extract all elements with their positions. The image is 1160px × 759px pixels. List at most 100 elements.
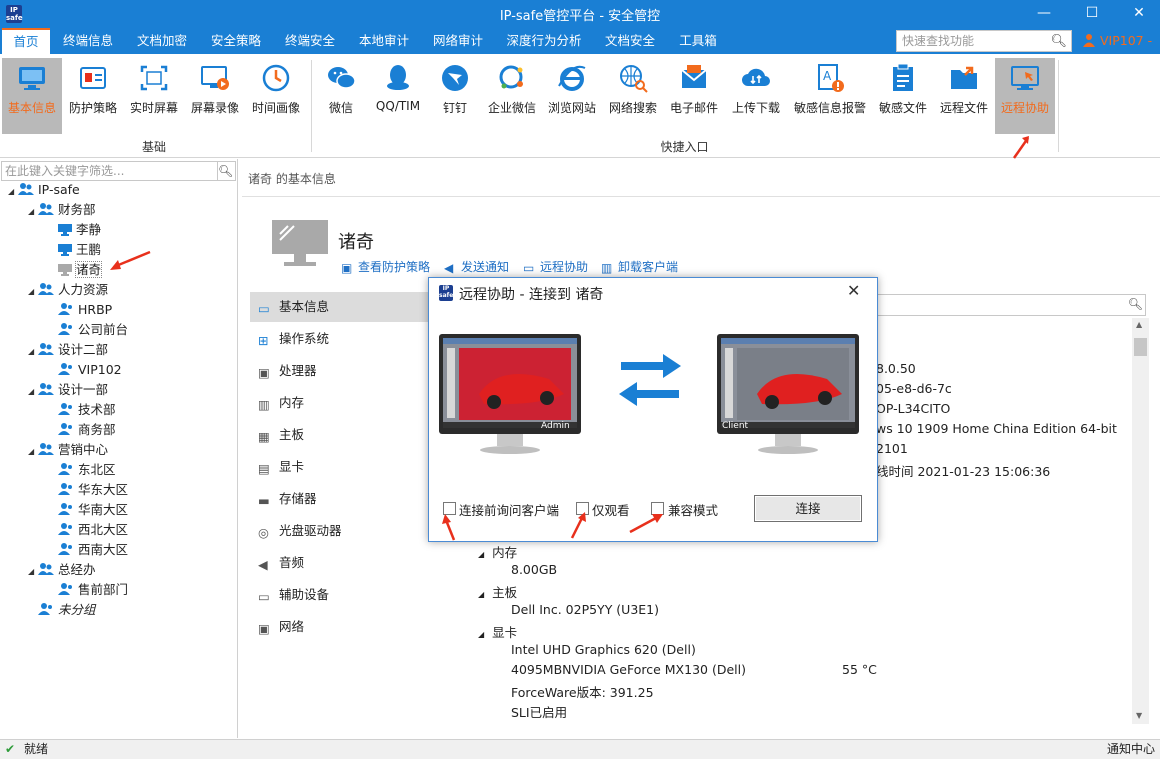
- maximize-button[interactable]: ☐: [1069, 2, 1115, 26]
- tree-node-label: 设计一部: [58, 382, 109, 397]
- ribbon-basic-info[interactable]: 基本信息: [2, 58, 62, 134]
- user-icon: [1083, 34, 1095, 47]
- search-icon[interactable]: 🔍︎: [217, 162, 233, 180]
- tree-node[interactable]: 售前部门: [0, 580, 236, 600]
- ribbon-email[interactable]: 电子邮件: [664, 58, 724, 134]
- search-icon[interactable]: 🔍︎: [1050, 32, 1067, 52]
- tree-node[interactable]: 李静: [0, 220, 236, 240]
- ribbon-screen-record[interactable]: 屏幕录像: [185, 58, 245, 134]
- tree-node[interactable]: ◢ IP-safe: [0, 180, 236, 200]
- menu-terminal-security[interactable]: 终端安全: [278, 28, 342, 54]
- view-policy-link[interactable]: ▣ 查看防护策略: [341, 258, 430, 275]
- expand-toggle-icon[interactable]: ◢: [28, 442, 38, 462]
- menu-network-audit[interactable]: 网络审计: [426, 28, 490, 54]
- tree-filter-input[interactable]: 在此键入关键字筛选... 🔍︎: [1, 161, 236, 181]
- ribbon-sensitive-file[interactable]: 敏感文件: [873, 58, 933, 134]
- close-icon[interactable]: ✕: [847, 281, 860, 300]
- tree-node[interactable]: ◢ 营销中心: [0, 440, 236, 460]
- tree-node[interactable]: ◢ 设计一部: [0, 380, 236, 400]
- uninstall-client-link[interactable]: ▥ 卸载客户端: [601, 258, 678, 275]
- menu-terminal-info[interactable]: 终端信息: [56, 28, 120, 54]
- ribbon-browse-web[interactable]: 浏览网站: [542, 58, 602, 134]
- user-name: VIP107 -: [1099, 33, 1153, 48]
- tree-node-label: IP-safe: [38, 182, 80, 197]
- minimize-button[interactable]: —: [1021, 2, 1067, 26]
- menu-home[interactable]: 首页: [2, 28, 50, 54]
- side-nav-item[interactable]: ▭ 辅助设备: [250, 580, 438, 610]
- menu-local-audit[interactable]: 本地审计: [352, 28, 416, 54]
- tree-node[interactable]: 西北大区: [0, 520, 236, 540]
- ribbon-protection-policy[interactable]: 防护策略: [63, 58, 123, 134]
- side-nav-item[interactable]: ▣ 处理器: [250, 356, 438, 386]
- tree-node[interactable]: 西南大区: [0, 540, 236, 560]
- close-button[interactable]: ✕: [1116, 2, 1160, 26]
- expand-toggle-icon[interactable]: ◢: [28, 382, 38, 402]
- connect-button[interactable]: 连接: [754, 495, 862, 522]
- tree-node[interactable]: ◢ 总经办: [0, 560, 236, 580]
- tree-node[interactable]: 华南大区: [0, 500, 236, 520]
- side-nav-item[interactable]: ◎ 光盘驱动器: [250, 516, 438, 546]
- side-nav-item[interactable]: ▥ 内存: [250, 388, 438, 418]
- side-nav-item[interactable]: ▤ 显卡: [250, 452, 438, 482]
- remote-assist-link[interactable]: ▭ 远程协助: [523, 258, 588, 275]
- menu-doc-encrypt[interactable]: 文档加密: [130, 28, 194, 54]
- side-nav-item[interactable]: ▭ 基本信息: [250, 292, 438, 322]
- tree-node[interactable]: ◢ 人力资源: [0, 280, 236, 300]
- side-nav-item[interactable]: ▬ 存储器: [250, 484, 438, 514]
- menu-doc-security[interactable]: 文档安全: [598, 28, 662, 54]
- menu-behavior-analysis[interactable]: 深度行为分析: [500, 28, 588, 54]
- menu-security-policy[interactable]: 安全策略: [204, 28, 268, 54]
- tree-node[interactable]: VIP102: [0, 360, 236, 380]
- side-nav-item[interactable]: ⊞ 操作系统: [250, 324, 438, 354]
- ribbon-wecom[interactable]: 企业微信: [483, 58, 541, 134]
- side-nav-item[interactable]: ▣ 网络: [250, 612, 438, 642]
- ribbon-upload-download[interactable]: 上传下载: [725, 58, 787, 134]
- user-menu[interactable]: VIP107 -: [1082, 28, 1152, 54]
- window-title: IP-safe管控平台 - 安全管控: [499, 9, 661, 24]
- tree-node[interactable]: 未分组: [0, 600, 236, 620]
- send-notice-link[interactable]: ◀ 发送通知: [444, 258, 509, 275]
- scroll-thumb[interactable]: [1134, 338, 1147, 356]
- ribbon-sensitive-alert[interactable]: A 敏感信息报警: [788, 58, 872, 134]
- detail-search-input[interactable]: 🔍︎: [876, 294, 1146, 316]
- ribbon-time-profile[interactable]: 时间画像: [246, 58, 306, 134]
- side-nav-item[interactable]: ▦ 主板: [250, 420, 438, 450]
- tree-node[interactable]: 商务部: [0, 420, 236, 440]
- tree-node-label: 未分组: [58, 602, 96, 617]
- side-nav-label: 基本信息: [279, 299, 330, 314]
- expand-toggle-icon[interactable]: ◢: [28, 282, 38, 302]
- ribbon-remote-assist[interactable]: 远程协助: [995, 58, 1055, 134]
- quick-search-input[interactable]: 快速查找功能 🔍︎: [896, 30, 1072, 52]
- tree-node[interactable]: ◢ 设计二部: [0, 340, 236, 360]
- side-nav-item[interactable]: ◀ 音频: [250, 548, 438, 578]
- ribbon-wechat[interactable]: 微信: [314, 58, 368, 134]
- tree-node[interactable]: 东北区: [0, 460, 236, 480]
- tree-node[interactable]: ◢ 财务部: [0, 200, 236, 220]
- expand-toggle-icon[interactable]: ◢: [8, 182, 18, 202]
- tree-node[interactable]: HRBP: [0, 300, 236, 320]
- ribbon-qq[interactable]: QQ/TIM: [369, 58, 427, 134]
- group-icon: [38, 343, 54, 355]
- remote-assist-icon: [1011, 66, 1039, 90]
- tree-node[interactable]: 技术部: [0, 400, 236, 420]
- expand-toggle-icon[interactable]: ◢: [28, 342, 38, 362]
- transfer-arrows-icon: [619, 354, 681, 406]
- side-nav-label: 显卡: [279, 459, 305, 474]
- computer-icon: [58, 224, 72, 236]
- side-nav-label: 光盘驱动器: [279, 523, 342, 538]
- menu-toolbox[interactable]: 工具箱: [672, 28, 724, 54]
- ribbon-dingtalk[interactable]: 钉钉: [428, 58, 482, 134]
- tree-node-label: 财务部: [58, 202, 96, 217]
- tree-node[interactable]: 公司前台: [0, 320, 236, 340]
- tree-node[interactable]: 华东大区: [0, 480, 236, 500]
- expand-toggle-icon[interactable]: ◢: [28, 562, 38, 582]
- expand-toggle-icon[interactable]: ◢: [28, 202, 38, 222]
- vertical-scrollbar[interactable]: ▲ ▼: [1132, 318, 1149, 724]
- search-icon[interactable]: 🔍︎: [1128, 297, 1143, 311]
- notification-center[interactable]: 通知中心: [1107, 740, 1155, 759]
- ribbon-live-screen[interactable]: 实时屏幕: [124, 58, 184, 134]
- ribbon-web-search[interactable]: 网络搜索: [603, 58, 663, 134]
- user-icon: [58, 463, 72, 475]
- ribbon-remote-file[interactable]: 远程文件: [934, 58, 994, 134]
- board-section: ◢ 主板: [478, 585, 518, 600]
